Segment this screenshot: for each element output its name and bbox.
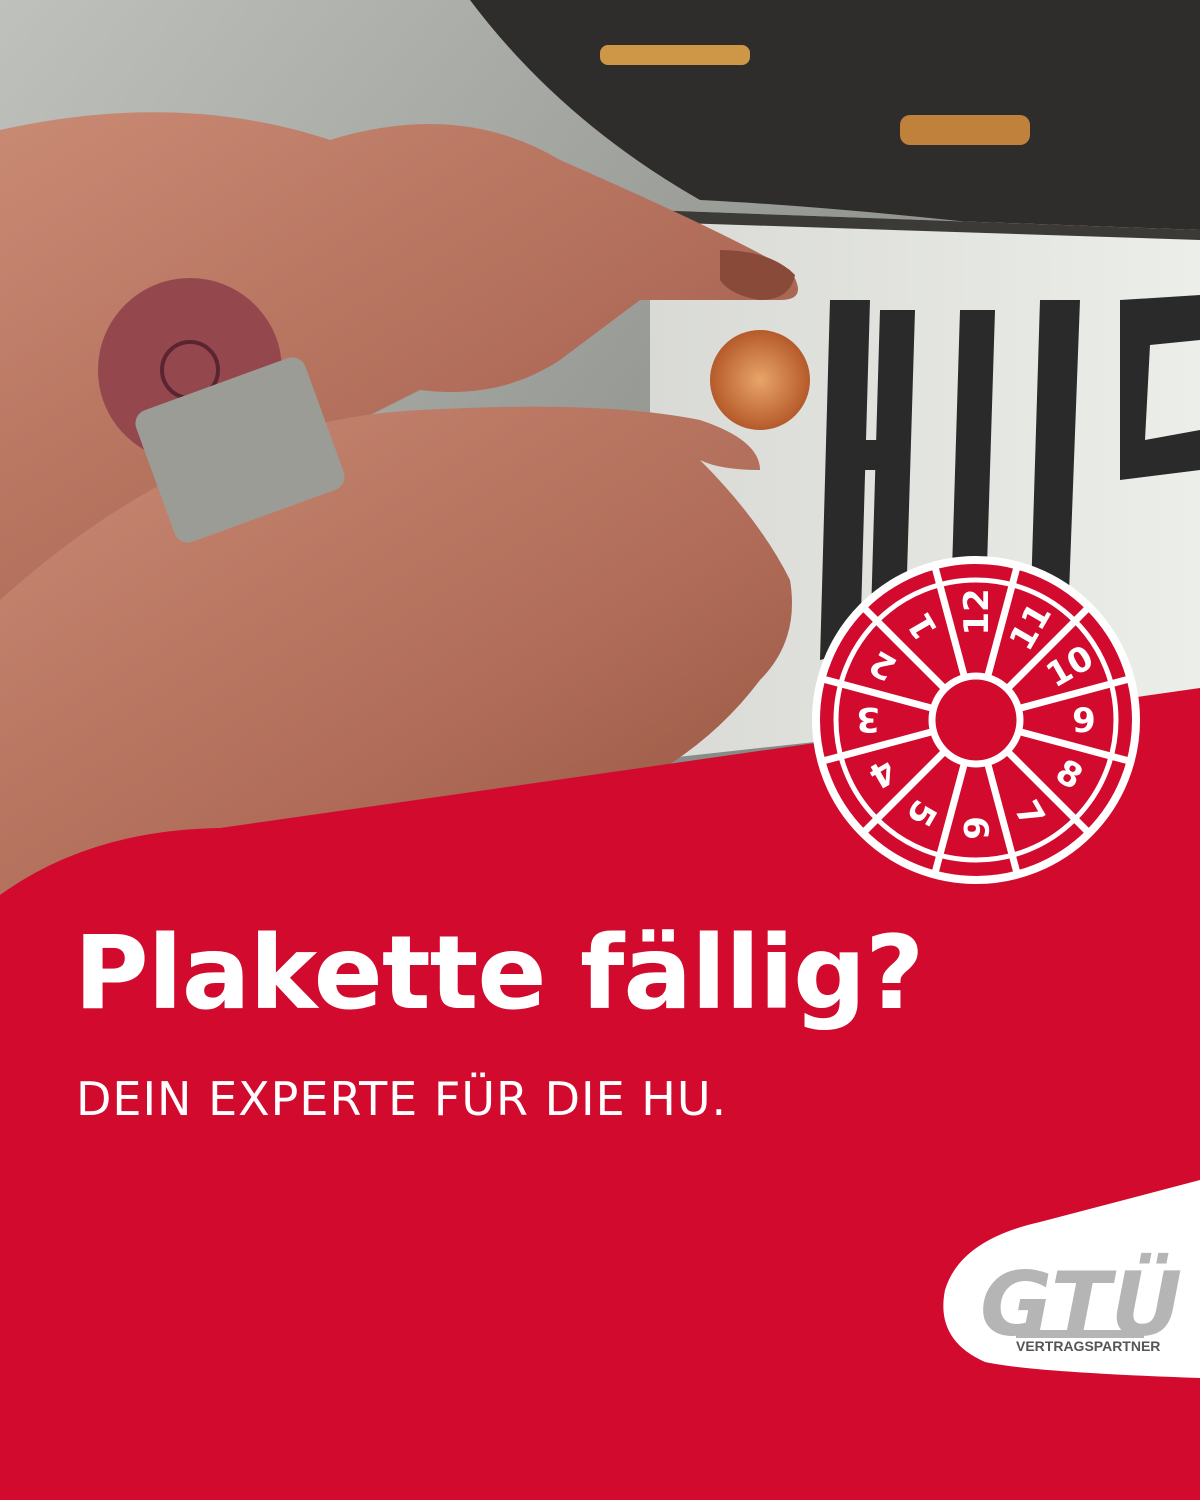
- headline: Plakette fällig?: [74, 914, 924, 1033]
- badge-month-number: 9: [1072, 701, 1096, 741]
- badge-month-number: 12: [957, 588, 997, 635]
- badge-month-number: 6: [955, 816, 995, 840]
- hu-plakette-icon: 12 1110987654321: [812, 556, 1140, 884]
- subline: DEIN EXPERTE FÜR DIE HU.: [76, 1072, 728, 1126]
- badge-month-number: 3: [856, 699, 880, 739]
